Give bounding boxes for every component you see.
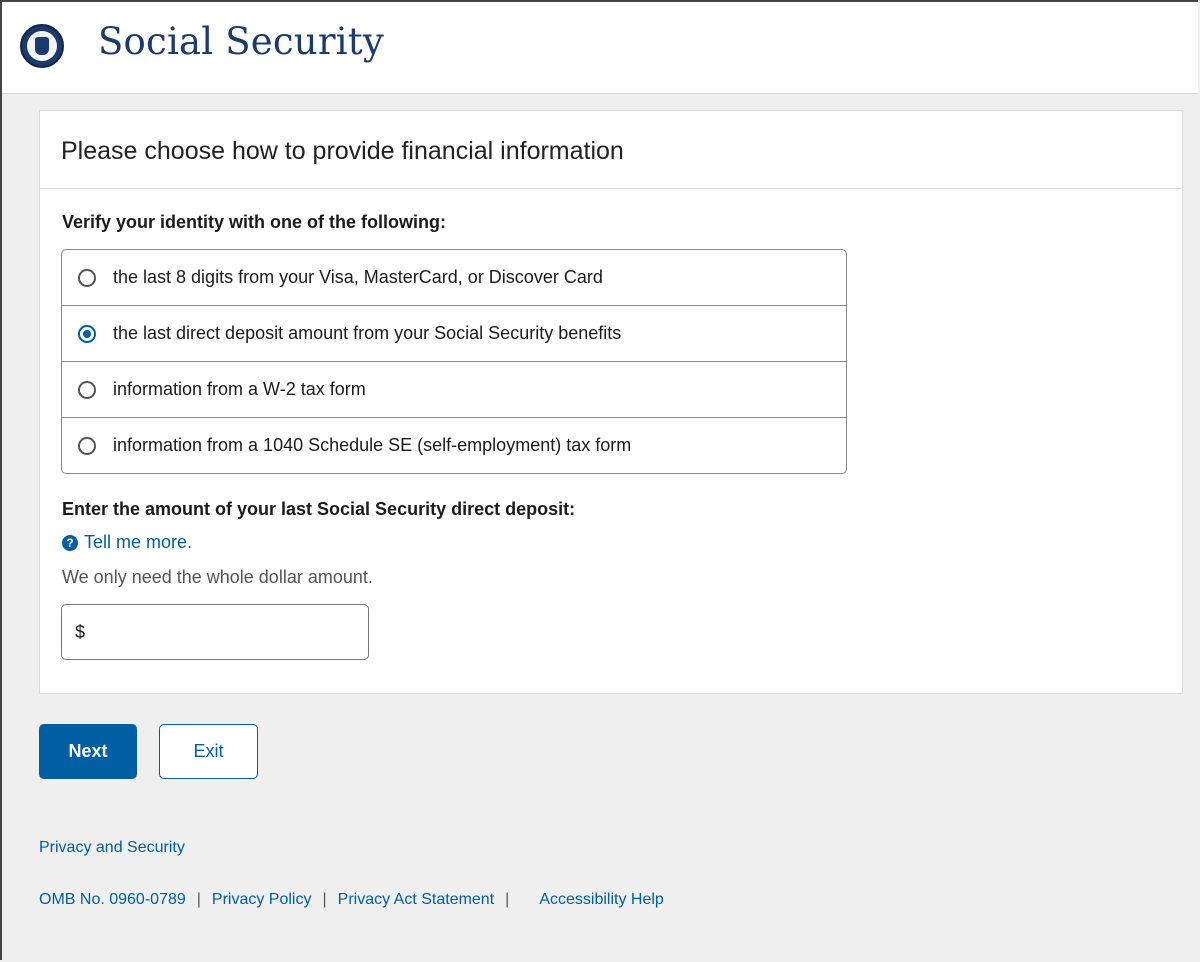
radio-icon[interactable]: [78, 380, 96, 399]
exit-button[interactable]: Exit: [159, 724, 258, 779]
option-label: the last 8 digits from your Visa, Master…: [113, 267, 603, 287]
option-label: information from a 1040 Schedule SE (sel…: [113, 435, 632, 455]
dollar-prefix: $: [75, 622, 86, 642]
footer-separator: |: [505, 891, 510, 908]
tell-me-more-text[interactable]: Tell me more.: [84, 532, 192, 553]
option-schedule-se[interactable]: information from a 1040 Schedule SE (sel…: [62, 418, 846, 473]
verify-label: Verify your identity with one of the fol…: [62, 212, 447, 232]
card-title: Please choose how to provide financial i…: [40, 111, 1182, 189]
option-w2[interactable]: information from a W-2 tax form: [62, 362, 846, 418]
footer-separator: |: [196, 891, 201, 908]
radio-icon[interactable]: [78, 436, 96, 455]
option-label: the last direct deposit amount from your…: [113, 323, 622, 343]
brand-title[interactable]: Social Security: [98, 20, 384, 63]
footer-separator: |: [322, 891, 327, 908]
amount-input[interactable]: [90, 613, 364, 653]
amount-hint: We only need the whole dollar amount.: [62, 567, 373, 587]
privacy-and-security-link[interactable]: Privacy and Security: [39, 839, 185, 857]
question-circle-icon: ?: [62, 534, 78, 551]
radio-checked-icon[interactable]: [78, 324, 96, 343]
option-label: information from a W-2 tax form: [113, 379, 366, 399]
seal-eagle-icon: [35, 37, 49, 55]
tell-me-more-link[interactable]: ? Tell me more.: [62, 532, 192, 553]
radio-icon[interactable]: [78, 268, 96, 287]
amount-label: Enter the amount of your last Social Sec…: [62, 499, 576, 519]
omb-number-link[interactable]: OMB No. 0960-0789: [39, 891, 186, 909]
amount-field[interactable]: $: [61, 604, 369, 660]
financial-info-card: Please choose how to provide financial i…: [39, 110, 1183, 694]
option-direct-deposit[interactable]: the last direct deposit amount from your…: [62, 306, 846, 362]
footer-links: OMB No. 0960-0789 | Privacy Policy | Pri…: [39, 891, 664, 909]
option-credit-card[interactable]: the last 8 digits from your Visa, Master…: [62, 250, 846, 306]
privacy-act-statement-link[interactable]: Privacy Act Statement: [338, 891, 495, 909]
verification-options: the last 8 digits from your Visa, Master…: [61, 249, 847, 474]
accessibility-help-link[interactable]: Accessibility Help: [539, 891, 663, 909]
site-header: Social Security: [2, 2, 1198, 94]
ssa-seal-logo[interactable]: [20, 24, 64, 68]
next-button[interactable]: Next: [39, 724, 137, 779]
privacy-policy-link[interactable]: Privacy Policy: [212, 891, 312, 909]
